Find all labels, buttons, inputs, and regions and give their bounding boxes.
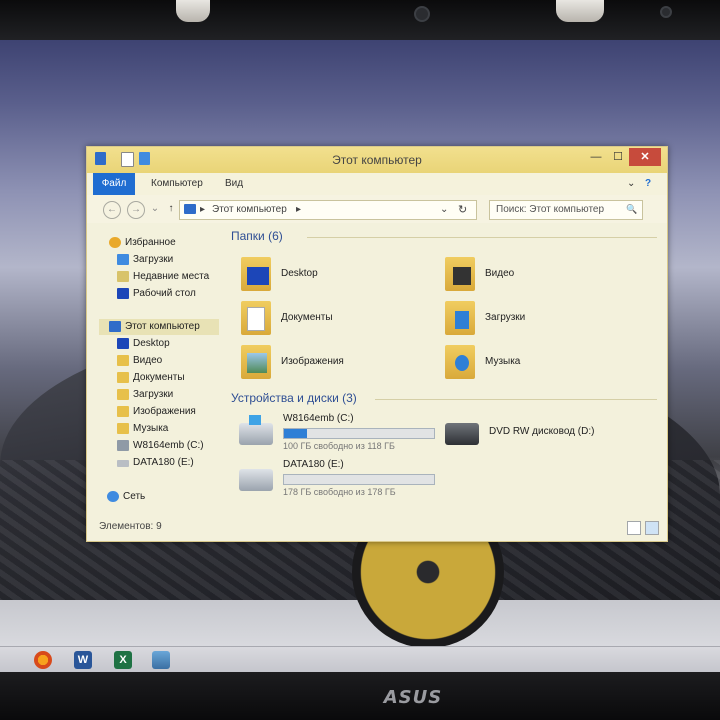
- drive-icon: [117, 460, 129, 467]
- folder-tile-desktop[interactable]: Desktop: [241, 255, 421, 295]
- network-icon: [107, 491, 119, 502]
- windows-drive-icon: [117, 440, 129, 451]
- window-title: Этот компьютер: [332, 153, 422, 167]
- devices-group-divider: [375, 399, 657, 400]
- minimize-button[interactable]: —: [585, 148, 607, 166]
- excel-icon[interactable]: X: [114, 651, 132, 669]
- music-folder-icon: [117, 423, 129, 434]
- drive-e-usage-bar: [283, 474, 435, 485]
- folder-icon: [117, 338, 129, 349]
- laptop-top-bezel: [0, 0, 720, 40]
- recent-locations-icon[interactable]: ⌄: [147, 201, 163, 217]
- new-folder-icon[interactable]: [139, 152, 150, 165]
- documents-folder-icon: [117, 372, 129, 383]
- breadcrumb-this-pc[interactable]: Этот компьютер: [212, 204, 287, 215]
- maximize-button[interactable]: ☐: [607, 148, 629, 166]
- downloads-folder-icon: [445, 301, 475, 335]
- pictures-folder-icon: [117, 406, 129, 417]
- up-button[interactable]: ↑: [163, 201, 179, 217]
- ribbon-collapse-icon[interactable]: ⌄: [627, 173, 635, 195]
- desktop-screen: W X Этот компьютер — ☐ ✕ Файл Компьютер …: [0, 40, 720, 672]
- music-folder-icon: [445, 345, 475, 379]
- refresh-icon[interactable]: ↻: [458, 203, 467, 216]
- address-bar[interactable]: ▸ Этот компьютер ▸ ⌄ ↻: [179, 200, 477, 220]
- drive-e[interactable]: DATA180 (E:) 178 ГБ свободно из 178 ГБ: [239, 459, 439, 503]
- video-folder-icon: [117, 355, 129, 366]
- camera-glint-right: [556, 0, 604, 22]
- camera-glint: [176, 0, 210, 22]
- title-bar[interactable]: Этот компьютер — ☐ ✕: [87, 147, 667, 173]
- address-row: ← → ⌄ ↑ ▸ Этот компьютер ▸ ⌄ ↻ Поиск: Эт…: [87, 195, 667, 223]
- taskbar: W X: [0, 646, 720, 672]
- navigation-pane: Избранное Загрузки Недавние места Рабочи…: [87, 223, 221, 513]
- firefox-icon[interactable]: [34, 651, 52, 669]
- explorer-window: Этот компьютер — ☐ ✕ Файл Компьютер Вид …: [86, 146, 668, 542]
- computer-icon: [184, 204, 196, 214]
- help-icon[interactable]: ?: [645, 173, 651, 195]
- details-view-icon[interactable]: [627, 521, 641, 535]
- tab-view[interactable]: Вид: [225, 173, 243, 195]
- drive-c-usage-fill: [284, 429, 307, 438]
- folder-tile-video[interactable]: Видео: [445, 255, 625, 295]
- forward-button[interactable]: →: [127, 201, 145, 219]
- dvd-drive-icon: [445, 423, 479, 445]
- search-input[interactable]: Поиск: Этот компьютер 🔍: [489, 200, 643, 220]
- desktop-folder-icon: [241, 257, 271, 291]
- properties-icon[interactable]: [121, 152, 134, 167]
- drive-d[interactable]: DVD RW дисковод (D:): [445, 413, 645, 457]
- laptop-bottom-bezel: [0, 672, 720, 720]
- large-icons-view-icon[interactable]: [645, 521, 659, 535]
- content-pane: Папки (6) Desktop Видео Документы Загруз…: [223, 223, 663, 513]
- folder-tile-pictures[interactable]: Изображения: [241, 343, 421, 383]
- search-icon: 🔍: [626, 204, 638, 214]
- windows-drive-icon: [239, 415, 273, 445]
- items-count: Элементов: 9: [99, 521, 162, 532]
- pictures-folder-icon: [241, 345, 271, 379]
- computer-icon: [109, 321, 121, 332]
- remote-desktop-icon[interactable]: [152, 651, 170, 669]
- word-icon[interactable]: W: [74, 651, 92, 669]
- asus-logo: ASUS: [383, 687, 443, 708]
- video-folder-icon: [445, 257, 475, 291]
- downloads-folder-icon: [117, 389, 129, 400]
- folders-group-header[interactable]: Папки (6): [231, 229, 283, 243]
- status-bar: Элементов: 9: [87, 517, 667, 539]
- computer-icon: [95, 152, 106, 165]
- folder-tile-documents[interactable]: Документы: [241, 299, 421, 339]
- ribbon-tabs: Файл Компьютер Вид ⌄ ?: [87, 173, 667, 196]
- back-button[interactable]: ←: [103, 201, 121, 219]
- downloads-icon: [117, 254, 129, 265]
- drive-c-usage-bar: [283, 428, 435, 439]
- drive-icon: [239, 469, 273, 491]
- devices-group-header[interactable]: Устройства и диски (3): [231, 391, 357, 405]
- desktop-icon: [117, 288, 129, 299]
- star-icon: [109, 237, 121, 248]
- webcam-lens: [414, 6, 430, 22]
- sensor-light: [660, 6, 672, 18]
- tab-file[interactable]: Файл: [93, 173, 135, 195]
- close-button[interactable]: ✕: [629, 148, 661, 166]
- tab-computer[interactable]: Компьютер: [151, 173, 203, 195]
- search-placeholder: Поиск: Этот компьютер: [496, 204, 605, 215]
- drive-c[interactable]: W8164emb (C:) 100 ГБ свободно из 118 ГБ: [239, 413, 439, 457]
- folder-tile-music[interactable]: Музыка: [445, 343, 625, 383]
- documents-folder-icon: [241, 301, 271, 335]
- breadcrumb-separator: ▸: [200, 204, 206, 215]
- breadcrumb-separator-2: ▸: [296, 204, 302, 215]
- address-dropdown-icon[interactable]: ⌄: [440, 204, 448, 215]
- recent-places-icon: [117, 271, 129, 282]
- folder-tile-downloads[interactable]: Загрузки: [445, 299, 625, 339]
- folders-group-divider: [307, 237, 657, 238]
- sidebar-item-this-pc[interactable]: Этот компьютер: [99, 319, 219, 335]
